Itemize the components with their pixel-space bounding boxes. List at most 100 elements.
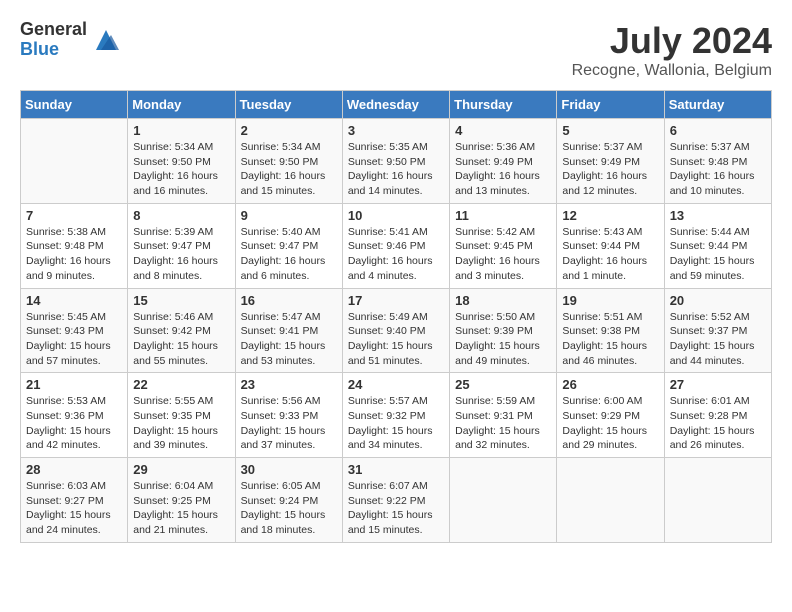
day-number: 5 (562, 123, 658, 138)
day-number: 7 (26, 208, 122, 223)
day-info: Sunrise: 5:36 AMSunset: 9:49 PMDaylight:… (455, 140, 551, 199)
calendar-cell (664, 458, 771, 543)
day-number: 28 (26, 462, 122, 477)
day-info: Sunrise: 5:44 AMSunset: 9:44 PMDaylight:… (670, 225, 766, 284)
logo-blue: Blue (20, 40, 87, 60)
calendar-cell: 17 Sunrise: 5:49 AMSunset: 9:40 PMDayligh… (342, 288, 449, 373)
header-saturday: Saturday (664, 91, 771, 119)
day-number: 2 (241, 123, 337, 138)
day-info: Sunrise: 6:05 AMSunset: 9:24 PMDaylight:… (241, 479, 337, 538)
header-thursday: Thursday (450, 91, 557, 119)
day-info: Sunrise: 5:49 AMSunset: 9:40 PMDaylight:… (348, 310, 444, 369)
calendar-cell: 21Sunrise: 5:53 AMSunset: 9:36 PMDayligh… (21, 373, 128, 458)
calendar-week-row: 1 Sunrise: 5:34 AMSunset: 9:50 PMDaylight… (21, 119, 772, 204)
day-info: Sunrise: 5:46 AMSunset: 9:42 PMDaylight:… (133, 310, 229, 369)
day-number: 4 (455, 123, 551, 138)
calendar-cell: 19 Sunrise: 5:51 AMSunset: 9:38 PMDayligh… (557, 288, 664, 373)
day-number: 11 (455, 208, 551, 223)
header-friday: Friday (557, 91, 664, 119)
day-number: 10 (348, 208, 444, 223)
calendar-cell (450, 458, 557, 543)
day-info: Sunrise: 5:55 AMSunset: 9:35 PMDaylight:… (133, 394, 229, 453)
calendar-cell: 3 Sunrise: 5:35 AMSunset: 9:50 PMDaylight… (342, 119, 449, 204)
calendar-week-row: 7 Sunrise: 5:38 AMSunset: 9:48 PMDaylight… (21, 203, 772, 288)
day-info: Sunrise: 5:34 AMSunset: 9:50 PMDaylight:… (133, 140, 229, 199)
day-number: 6 (670, 123, 766, 138)
logo-general: General (20, 20, 87, 40)
calendar-cell: 29 Sunrise: 6:04 AMSunset: 9:25 PMDayligh… (128, 458, 235, 543)
calendar-cell: 18 Sunrise: 5:50 AMSunset: 9:39 PMDayligh… (450, 288, 557, 373)
day-info: Sunrise: 5:56 AMSunset: 9:33 PMDaylight:… (241, 394, 337, 453)
calendar-cell: 28 Sunrise: 6:03 AMSunset: 9:27 PMDayligh… (21, 458, 128, 543)
calendar-table: SundayMondayTuesdayWednesdayThursdayFrid… (20, 90, 772, 543)
calendar-cell: 10 Sunrise: 5:41 AMSunset: 9:46 PMDayligh… (342, 203, 449, 288)
calendar-week-row: 14 Sunrise: 5:45 AMSunset: 9:43 PMDayligh… (21, 288, 772, 373)
day-number: 3 (348, 123, 444, 138)
calendar-cell: 14 Sunrise: 5:45 AMSunset: 9:43 PMDayligh… (21, 288, 128, 373)
day-number: 29 (133, 462, 229, 477)
day-info: Sunrise: 5:45 AMSunset: 9:43 PMDaylight:… (26, 310, 122, 369)
calendar-cell: 15 Sunrise: 5:46 AMSunset: 9:42 PMDayligh… (128, 288, 235, 373)
calendar-cell: 1 Sunrise: 5:34 AMSunset: 9:50 PMDaylight… (128, 119, 235, 204)
day-info: Sunrise: 5:43 AMSunset: 9:44 PMDaylight:… (562, 225, 658, 284)
calendar-cell: 6 Sunrise: 5:37 AMSunset: 9:48 PMDaylight… (664, 119, 771, 204)
day-info: Sunrise: 5:50 AMSunset: 9:39 PMDaylight:… (455, 310, 551, 369)
title-block: July 2024 Recogne, Wallonia, Belgium (572, 20, 772, 80)
calendar-cell: 5Sunrise: 5:37 AMSunset: 9:49 PMDaylight… (557, 119, 664, 204)
day-number: 27 (670, 377, 766, 392)
calendar-week-row: 21Sunrise: 5:53 AMSunset: 9:36 PMDayligh… (21, 373, 772, 458)
day-info: Sunrise: 5:37 AMSunset: 9:48 PMDaylight:… (670, 140, 766, 199)
calendar-cell: 31Sunrise: 6:07 AMSunset: 9:22 PMDayligh… (342, 458, 449, 543)
day-number: 9 (241, 208, 337, 223)
day-info: Sunrise: 5:57 AMSunset: 9:32 PMDaylight:… (348, 394, 444, 453)
day-number: 25 (455, 377, 551, 392)
day-info: Sunrise: 5:38 AMSunset: 9:48 PMDaylight:… (26, 225, 122, 284)
calendar-cell: 24Sunrise: 5:57 AMSunset: 9:32 PMDayligh… (342, 373, 449, 458)
day-info: Sunrise: 5:47 AMSunset: 9:41 PMDaylight:… (241, 310, 337, 369)
calendar-cell (21, 119, 128, 204)
day-number: 30 (241, 462, 337, 477)
header-tuesday: Tuesday (235, 91, 342, 119)
day-number: 16 (241, 293, 337, 308)
calendar-cell: 20 Sunrise: 5:52 AMSunset: 9:37 PMDayligh… (664, 288, 771, 373)
calendar-cell: 30 Sunrise: 6:05 AMSunset: 9:24 PMDayligh… (235, 458, 342, 543)
calendar-cell: 9Sunrise: 5:40 AMSunset: 9:47 PMDaylight… (235, 203, 342, 288)
header-monday: Monday (128, 91, 235, 119)
day-info: Sunrise: 6:03 AMSunset: 9:27 PMDaylight:… (26, 479, 122, 538)
calendar-cell: 7 Sunrise: 5:38 AMSunset: 9:48 PMDaylight… (21, 203, 128, 288)
day-info: Sunrise: 5:39 AMSunset: 9:47 PMDaylight:… (133, 225, 229, 284)
calendar-cell: 26Sunrise: 6:00 AMSunset: 9:29 PMDayligh… (557, 373, 664, 458)
day-info: Sunrise: 5:42 AMSunset: 9:45 PMDaylight:… (455, 225, 551, 284)
calendar-cell: 22 Sunrise: 5:55 AMSunset: 9:35 PMDayligh… (128, 373, 235, 458)
calendar-cell: 25 Sunrise: 5:59 AMSunset: 9:31 PMDayligh… (450, 373, 557, 458)
day-number: 22 (133, 377, 229, 392)
calendar-cell: 12 Sunrise: 5:43 AMSunset: 9:44 PMDayligh… (557, 203, 664, 288)
calendar-cell: 4 Sunrise: 5:36 AMSunset: 9:49 PMDaylight… (450, 119, 557, 204)
logo: General Blue (20, 20, 121, 60)
calendar-cell: 2Sunrise: 5:34 AMSunset: 9:50 PMDaylight… (235, 119, 342, 204)
day-number: 19 (562, 293, 658, 308)
calendar-cell: 13 Sunrise: 5:44 AMSunset: 9:44 PMDayligh… (664, 203, 771, 288)
month-title: July 2024 (572, 20, 772, 62)
day-number: 18 (455, 293, 551, 308)
day-number: 1 (133, 123, 229, 138)
day-info: Sunrise: 5:53 AMSunset: 9:36 PMDaylight:… (26, 394, 122, 453)
calendar-cell: 11 Sunrise: 5:42 AMSunset: 9:45 PMDayligh… (450, 203, 557, 288)
day-number: 20 (670, 293, 766, 308)
day-number: 12 (562, 208, 658, 223)
day-info: Sunrise: 5:35 AMSunset: 9:50 PMDaylight:… (348, 140, 444, 199)
header-wednesday: Wednesday (342, 91, 449, 119)
day-info: Sunrise: 5:51 AMSunset: 9:38 PMDaylight:… (562, 310, 658, 369)
day-info: Sunrise: 6:01 AMSunset: 9:28 PMDaylight:… (670, 394, 766, 453)
day-number: 15 (133, 293, 229, 308)
day-number: 17 (348, 293, 444, 308)
calendar-cell: 16 Sunrise: 5:47 AMSunset: 9:41 PMDayligh… (235, 288, 342, 373)
day-info: Sunrise: 5:59 AMSunset: 9:31 PMDaylight:… (455, 394, 551, 453)
day-info: Sunrise: 5:52 AMSunset: 9:37 PMDaylight:… (670, 310, 766, 369)
day-number: 13 (670, 208, 766, 223)
day-number: 14 (26, 293, 122, 308)
day-info: Sunrise: 5:41 AMSunset: 9:46 PMDaylight:… (348, 225, 444, 284)
header-sunday: Sunday (21, 91, 128, 119)
day-info: Sunrise: 6:04 AMSunset: 9:25 PMDaylight:… (133, 479, 229, 538)
day-info: Sunrise: 6:07 AMSunset: 9:22 PMDaylight:… (348, 479, 444, 538)
